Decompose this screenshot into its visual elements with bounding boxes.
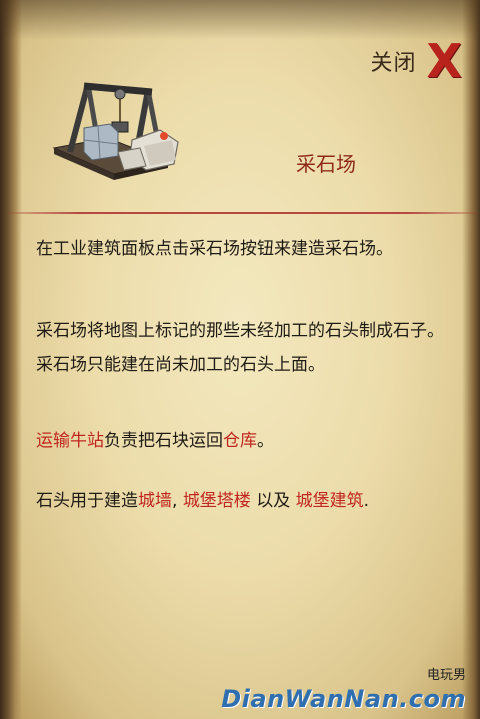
paragraph-text: 石头用于建造 <box>36 491 138 511</box>
book-binding <box>0 0 22 719</box>
watermark-small-text: 电玩男 <box>426 668 466 683</box>
link-city-wall[interactable]: 城墙 <box>138 491 172 511</box>
parchment-page: 关闭 X 采石场 在工业建筑面板点击采石场按钮来建造采石场。 采石场将地图上标记… <box>0 0 480 719</box>
link-storehouse[interactable]: 仓库 <box>223 431 257 451</box>
link-ox-transport-station[interactable]: 运输牛站 <box>36 431 104 451</box>
description-paragraph-4: 石头用于建造城墙, 城堡塔楼 以及 城堡建筑. <box>36 484 446 518</box>
close-icon[interactable]: X <box>427 38 462 84</box>
page-top-shadow <box>0 0 480 40</box>
watermark-logo-text: DianWanNan.com <box>221 685 466 713</box>
description-paragraph-1: 在工业建筑面板点击采石场按钮来建造采石场。 <box>36 239 393 259</box>
paragraph-text: 负责把石块运回 <box>104 431 223 451</box>
description-paragraph-2: 采石场将地图上标记的那些未经加工的石头制成石子。采石场只能建在尚未加工的石头上面… <box>36 321 444 375</box>
section-divider <box>8 212 478 214</box>
description-paragraph-3: 运输牛站负责把石块运回仓库。 <box>36 424 446 458</box>
paragraph-text: . <box>363 491 370 511</box>
building-title: 采石场 <box>296 152 356 176</box>
paragraph-text: , <box>172 491 183 511</box>
paragraph-text: 以及 <box>250 491 296 511</box>
site-watermark: 电玩男 DianWanNan.com <box>221 664 466 713</box>
page-edge <box>462 0 480 719</box>
close-label: 关闭 <box>370 51 417 76</box>
link-castle-tower[interactable]: 城堡塔楼 <box>183 491 251 511</box>
close-button[interactable]: 关闭 X <box>371 36 462 86</box>
stone-quarry-icon <box>52 82 179 180</box>
link-castle-building[interactable]: 城堡建筑 <box>296 491 364 511</box>
paragraph-text: 。 <box>257 431 274 451</box>
